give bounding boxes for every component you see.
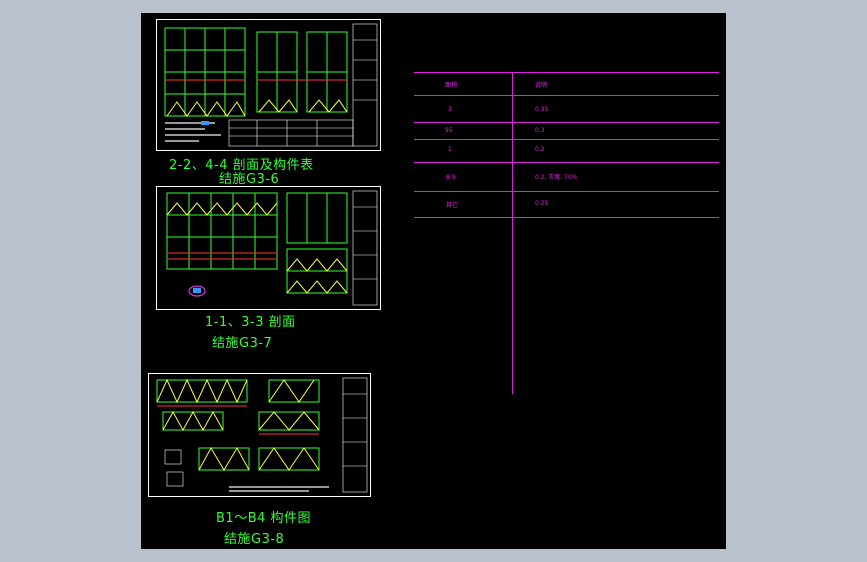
table-row-divider	[414, 162, 719, 163]
sheet-g3-7-graphics	[166, 190, 378, 306]
sheet-g3-8-code: 结施G3-8	[224, 532, 285, 547]
table-cell: 0.2	[535, 146, 545, 153]
table-cell: 1	[448, 146, 452, 153]
table-cell: 95	[445, 127, 453, 134]
table-cell: 0.35	[535, 106, 549, 113]
table-column-divider	[512, 72, 513, 394]
table-header-cell: 面积	[445, 82, 458, 89]
table-row-divider	[414, 191, 719, 192]
drawing-sheet-g3-8[interactable]	[148, 373, 371, 497]
table-cell: 其它	[446, 202, 459, 209]
sheet-g3-6-code: 结施G3-6	[219, 172, 280, 187]
table-cell: B.9	[446, 174, 456, 181]
sheet-g3-8-title: B1～B4 构件图	[216, 511, 312, 526]
table-row-divider	[414, 95, 719, 96]
sheet-g3-7-code: 结施G3-7	[212, 336, 273, 351]
table-cell: 0.2, 灰度, 70%	[535, 174, 578, 181]
sheet-g3-7-title: 1-1、3-3 剖面	[205, 315, 296, 330]
table-border-top	[414, 72, 719, 73]
table-row-divider	[414, 139, 719, 140]
table-cell: 3	[448, 106, 452, 113]
drawing-sheet-g3-6[interactable]	[156, 19, 381, 151]
table-header-cell: 说明	[535, 82, 548, 89]
table-cell: 0.3	[535, 127, 545, 134]
table-row-divider	[414, 217, 719, 218]
table-row-divider	[414, 122, 719, 123]
sheet-g3-6-graphics	[164, 23, 378, 147]
table-cell: 0.25	[535, 200, 549, 207]
drawing-sheet-g3-7[interactable]	[156, 186, 381, 310]
cad-viewport[interactable]: 2-2、4-4 剖面及构件表 结施G3-6 1-1、3-3 剖面 结施G3-7 …	[141, 13, 726, 549]
sheet-g3-8-graphics	[156, 377, 368, 493]
